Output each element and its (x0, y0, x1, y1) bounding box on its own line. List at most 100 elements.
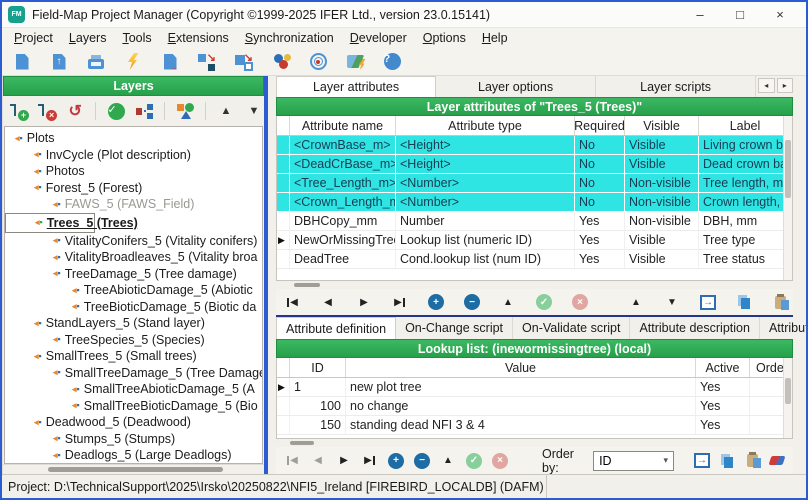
cancel-button[interactable]: × (492, 452, 508, 470)
prev-button[interactable]: ◀ (310, 452, 326, 470)
tree-item-trees-5[interactable]: ◂▪Trees_5 (Trees) (5, 213, 95, 233)
first-button[interactable]: ◀ (284, 452, 300, 470)
menu-help[interactable]: Help (474, 31, 516, 45)
scrollbar-thumb[interactable] (785, 140, 791, 198)
lookup-vscrollbar[interactable] (783, 358, 792, 438)
open-project-button[interactable]: ↑ (47, 50, 71, 74)
attribute-row[interactable]: <Tree_Length_m><Number>NoNon-visibleTree… (277, 174, 792, 193)
tree-item-smalltreeabioticdamage-5[interactable]: ◂▪SmallTreeAbioticDamage_5 (A (5, 381, 262, 398)
tab-scroll-left-button[interactable]: ◂ (758, 78, 774, 93)
export-project-button[interactable]: → (158, 50, 182, 74)
last-button[interactable]: ▶ (392, 293, 408, 311)
move-down-button[interactable]: ▼ (664, 293, 680, 311)
attribute-row[interactable]: ▶NewOrMissingTreeLookup list (numeric ID… (277, 231, 792, 250)
help-button[interactable]: ? (380, 50, 404, 74)
tab-scroll-right-button[interactable]: ▸ (777, 78, 793, 93)
subtab-attribute-description[interactable]: Attribute description (630, 317, 759, 339)
quick-run-button[interactable] (121, 50, 145, 74)
tab-layer-attributes[interactable]: Layer attributes (276, 76, 436, 97)
erase-button[interactable] (769, 452, 785, 470)
menu-options[interactable]: Options (415, 31, 474, 45)
tree-item-treedamage-5[interactable]: ◂▪TreeDamage_5 (Tree damage) (5, 266, 262, 283)
last-button[interactable]: ▶ (362, 452, 378, 470)
copy-record-button[interactable] (736, 293, 752, 311)
delete-button[interactable]: − (414, 452, 430, 470)
project-colors-button[interactable] (269, 50, 293, 74)
tree-item-standlayers-5[interactable]: ◂▪StandLayers_5 (Stand layer) (5, 315, 262, 332)
scrollbar-thumb[interactable] (785, 378, 791, 404)
copy-structure-button[interactable]: ↘ (232, 50, 256, 74)
export-record-button[interactable]: → (694, 452, 710, 470)
minimize-button[interactable]: – (680, 7, 720, 22)
cancel-button[interactable]: × (572, 293, 588, 311)
edit-button[interactable]: ▲ (500, 293, 516, 311)
order-by-select[interactable]: ID ▾ (593, 451, 674, 471)
subtab-attribute-color[interactable]: Attribute color (760, 317, 808, 339)
first-button[interactable]: ◀ (284, 293, 300, 311)
tree-item-plots[interactable]: ◂▪Plots (5, 130, 262, 147)
export-record-button[interactable]: → (700, 293, 716, 311)
tree-item-smalltreedamage-5[interactable]: ◂▪SmallTreeDamage_5 (Tree Damage (5, 365, 262, 382)
prev-button[interactable]: ◀ (320, 293, 336, 311)
menu-layers[interactable]: Layers (61, 31, 115, 45)
tab-layer-scripts[interactable]: Layer scripts (596, 76, 756, 97)
attribute-row[interactable]: DeadTreeCond.lookup list (num ID)YesVisi… (277, 250, 792, 269)
scrollbar-thumb[interactable] (48, 467, 223, 472)
scrollbar-thumb[interactable] (294, 283, 320, 287)
target-settings-button[interactable] (306, 50, 330, 74)
tree-item-deadwood-5[interactable]: ◂▪Deadwood_5 (Deadwood) (5, 414, 262, 431)
post-button[interactable]: ✓ (466, 452, 482, 470)
lookup-row[interactable]: 100no changeYes1 (277, 397, 792, 416)
paste-record-button[interactable] (772, 293, 788, 311)
lookup-hscrollbar[interactable] (276, 439, 793, 447)
copy-record-button[interactable] (719, 452, 735, 470)
tab-layer-options[interactable]: Layer options (436, 76, 596, 97)
deploy-project-button[interactable]: ↘ (195, 50, 219, 74)
attribute-row[interactable]: <Crown_Length_m><Number>NoNon-visibleCro… (277, 193, 792, 212)
tree-item-stumps-5[interactable]: ◂▪Stumps_5 (Stumps) (5, 431, 262, 448)
subtab-attribute-definition[interactable]: Attribute definition (276, 317, 396, 339)
tree-item-invcycle[interactable]: ◂▪InvCycle (Plot description) (5, 147, 262, 164)
close-button[interactable]: × (760, 7, 800, 22)
next-button[interactable]: ▶ (336, 452, 352, 470)
reload-layer-button[interactable]: ↺ (65, 99, 85, 123)
delete-button[interactable]: − (464, 293, 480, 311)
move-up-button[interactable]: ▲ (216, 99, 236, 123)
menu-synchronization[interactable]: Synchronization (237, 31, 342, 45)
menu-tools[interactable]: Tools (114, 31, 159, 45)
menu-project[interactable]: Project (6, 31, 61, 45)
lookup-row[interactable]: ▶1new plot treeYes9 (277, 378, 792, 397)
attribute-row[interactable]: DBHCopy_mmNumberYesNon-visibleDBH, mm (277, 212, 792, 231)
attributes-vscrollbar[interactable] (783, 116, 792, 280)
move-up-button[interactable]: ▲ (628, 293, 644, 311)
attribute-row[interactable]: <CrownBase_m><Height>NoVisibleLiving cro… (277, 136, 792, 155)
move-down-button[interactable]: ▼ (244, 99, 264, 123)
post-button[interactable]: ✓ (536, 293, 552, 311)
tree-hscrollbar[interactable] (3, 464, 264, 474)
maximize-button[interactable]: □ (720, 7, 760, 22)
tree-item-vitalitybroadleaves-5[interactable]: ◂▪VitalityBroadleaves_5 (Vitality broa (5, 249, 262, 266)
tree-item-treespecies-5[interactable]: ◂▪TreeSpecies_5 (Species) (5, 332, 262, 349)
tree-item-treeabioticdamage-5[interactable]: ◂▪TreeAbioticDamage_5 (Abiotic (5, 282, 262, 299)
paste-record-button[interactable] (744, 452, 760, 470)
tree-item-treebioticdamage-5[interactable]: ◂▪TreeBioticDamage_5 (Biotic da (5, 299, 262, 316)
insert-button[interactable]: + (428, 293, 444, 311)
subtab-on-validate-script[interactable]: On-Validate script (513, 317, 630, 339)
tree-item-photos[interactable]: ◂▪Photos (5, 163, 262, 180)
map-view-button[interactable] (343, 50, 367, 74)
attribute-row[interactable]: <DeadCrBase_m><Height>NoVisibleDead crow… (277, 155, 792, 174)
insert-button[interactable]: + (388, 452, 404, 470)
lookup-row[interactable]: 150standing dead NFI 3 & 4Yes (277, 416, 792, 435)
tree-item-smalltreebioticdamage-5[interactable]: ◂▪SmallTreeBioticDamage_5 (Bio (5, 398, 262, 415)
layer-structure-button[interactable] (134, 99, 154, 123)
scrollbar-thumb[interactable] (290, 441, 314, 445)
tree-item-smalltrees-5[interactable]: ◂▪SmallTrees_5 (Small trees) (5, 348, 262, 365)
validate-layers-button[interactable]: ✓ (106, 99, 126, 123)
tree-item-forest-5[interactable]: ◂▪Forest_5 (Forest) (5, 180, 262, 197)
delete-layer-button[interactable]: × (37, 99, 57, 123)
new-project-button[interactable] (10, 50, 34, 74)
edit-button[interactable]: ▲ (440, 452, 456, 470)
next-button[interactable]: ▶ (356, 293, 372, 311)
subtab-on-change-script[interactable]: On-Change script (396, 317, 513, 339)
tree-item-vitalityconifers-5[interactable]: ◂▪VitalityConifers_5 (Vitality conifers) (5, 233, 262, 250)
